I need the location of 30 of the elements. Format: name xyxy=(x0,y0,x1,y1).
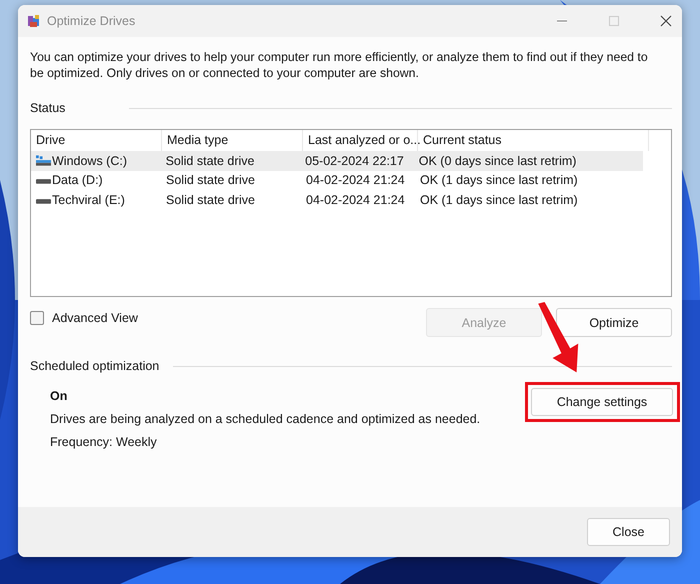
table-cell: Techviral (E:) xyxy=(52,192,125,207)
table-cell: Data (D:) xyxy=(52,173,103,188)
schedule-frequency: Frequency: Weekly xyxy=(50,435,158,449)
description-text: You can optimize your drives to help your computer run more efficiently, or analyze them to find out if they need to be optimized. Only drives on or connected to your computer are shown. xyxy=(30,49,649,81)
table-cell-text: OK (1 days since last retrim) xyxy=(419,173,579,188)
checkbox-label: Advanced View xyxy=(52,311,138,325)
change-settings-button[interactable]: Change settings xyxy=(531,388,673,416)
windows-drive-icon xyxy=(36,154,51,167)
schedule-state: On xyxy=(50,389,68,403)
table-cell-text: 04-02-2024 21:24 xyxy=(305,173,406,188)
table-cell: Windows (C:) xyxy=(52,154,128,168)
section-heading: Status xyxy=(30,101,66,115)
close-icon[interactable] xyxy=(660,15,672,27)
table-cell-text: 05-02-2024 22:17 xyxy=(304,154,405,168)
defrag-app-icon xyxy=(27,14,41,28)
table-cell-text: Solid state drive xyxy=(164,154,256,168)
close-button[interactable]: Close xyxy=(587,518,670,546)
drive-row[interactable]: Windows (C:) Solid state drive 05-02-2024 22:17 OK (0 days since last retrim) xyxy=(31,151,643,170)
checkbox[interactable] xyxy=(30,311,44,325)
table-cell-text: Solid state drive xyxy=(165,173,256,188)
table-cell-text: OK (1 days since last retrim) xyxy=(419,192,579,207)
schedule-description: Drives are being analyzed on a scheduled cadence and optimized as needed. xyxy=(50,412,482,426)
section-heading: Scheduled optimization xyxy=(30,359,160,373)
drive-row[interactable]: Techviral (E:) Solid state drive 04-02-2024 21:24 OK (1 days since last retrim) xyxy=(31,190,671,210)
window-title: Optimize Drives xyxy=(47,14,136,28)
drive-row[interactable]: Data (D:) Solid state drive 04-02-2024 21:24 OK (1 days since last retrim) xyxy=(31,170,671,190)
table-cell-text: OK (0 days since last retrim) xyxy=(418,154,578,168)
table-cell-text: Solid state drive xyxy=(165,192,256,207)
table-cell-text: 04-02-2024 21:24 xyxy=(305,192,406,207)
optimize-button[interactable]: Optimize xyxy=(556,308,672,337)
